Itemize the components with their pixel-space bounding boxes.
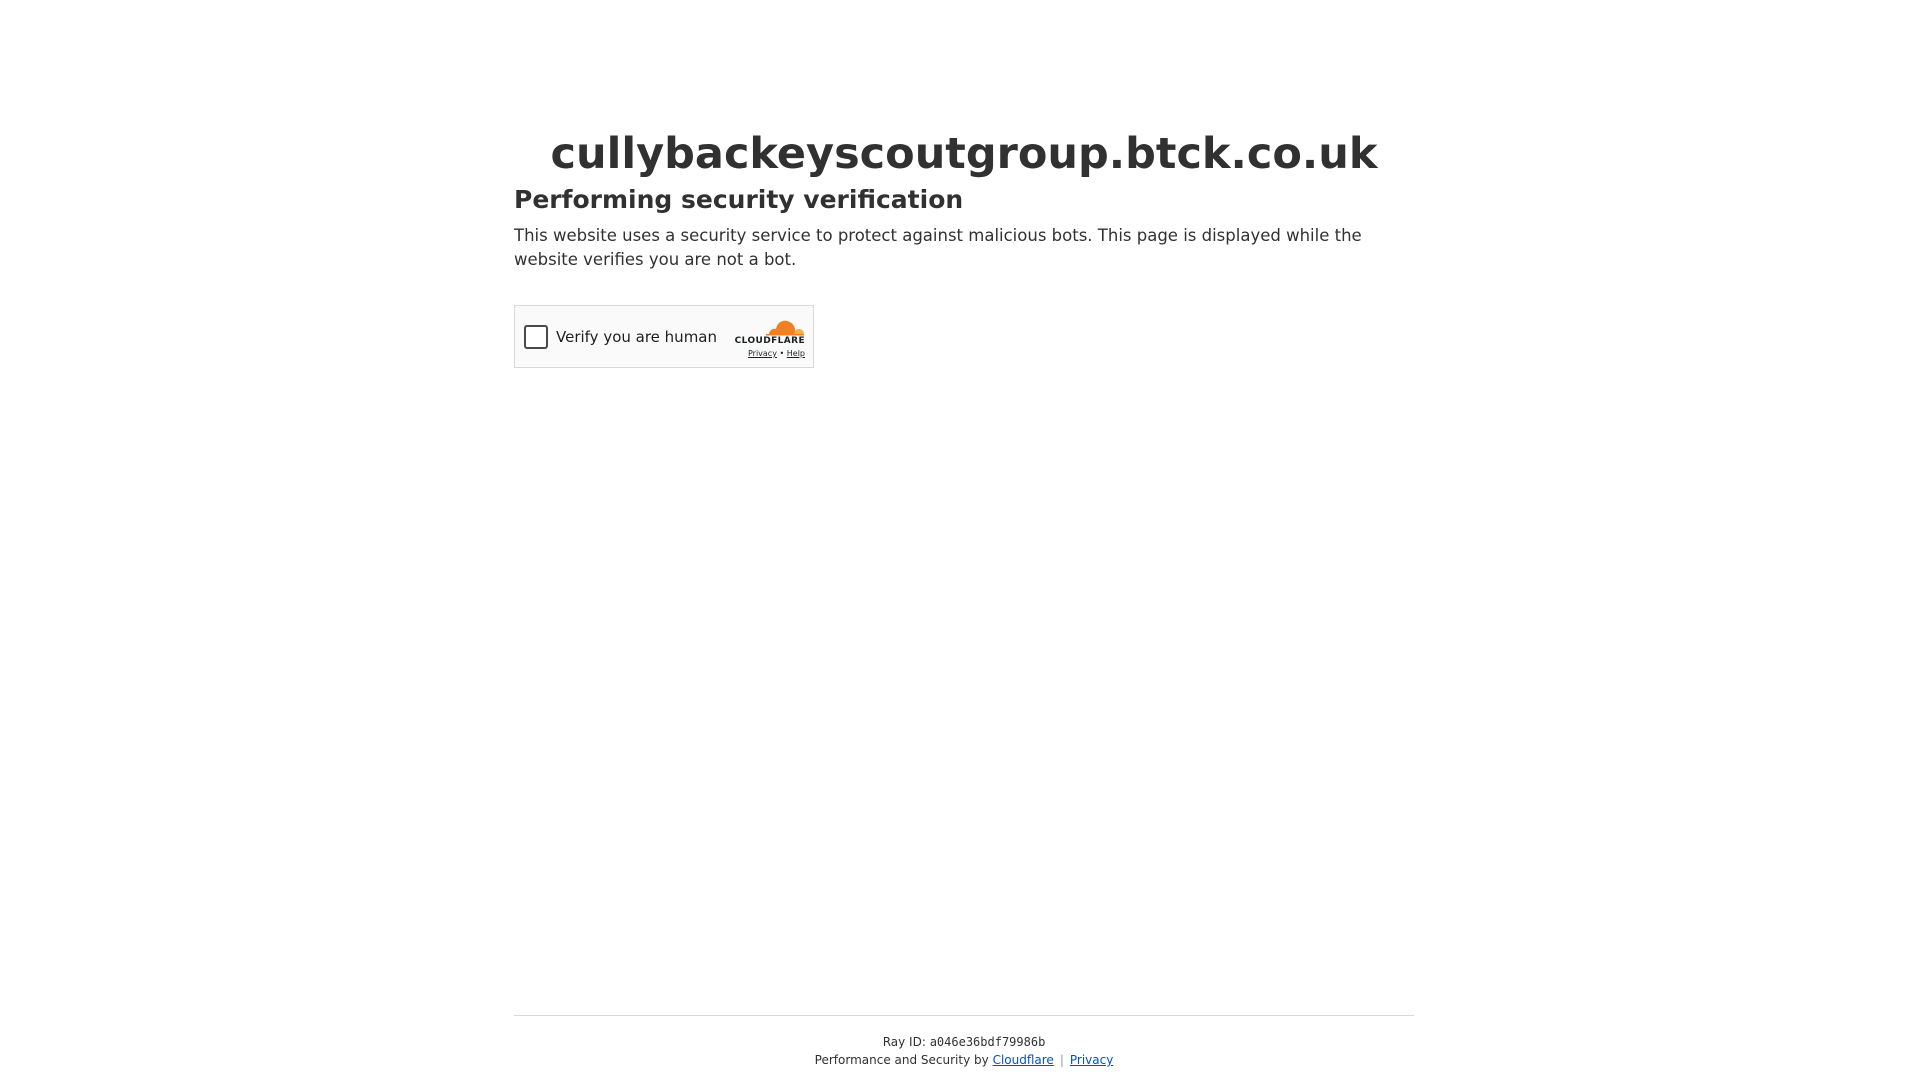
verify-label[interactable]: Verify you are human	[556, 328, 717, 346]
widget-help-link[interactable]: Help	[787, 349, 805, 358]
footer: Ray ID: a046e36bdf79986b Performance and…	[514, 1015, 1414, 1068]
verification-heading: Performing security verification	[514, 185, 964, 214]
site-domain-title: cullybackeyscoutgroup.btck.co.uk	[550, 129, 1378, 179]
challenge-page: cullybackeyscoutgroup.btck.co.uk Perform…	[0, 0, 1920, 1080]
turnstile-widget: Verify you are human CLOUDFLARE Privacy …	[514, 305, 814, 368]
ray-id-line: Ray ID: a046e36bdf79986b	[514, 1034, 1414, 1050]
footer-separator: |	[1059, 1053, 1064, 1067]
verification-description: This website uses a security service to …	[514, 226, 1362, 269]
widget-links: Privacy • Help	[729, 348, 805, 360]
performance-text: Performance and Security by	[814, 1053, 989, 1067]
widget-links-separator: •	[779, 349, 785, 358]
verify-checkbox[interactable]	[524, 324, 548, 349]
footer-privacy-link[interactable]: Privacy	[1070, 1053, 1113, 1067]
cloudflare-wordmark: CLOUDFLARE	[734, 336, 805, 346]
cloudflare-cloud-icon	[766, 320, 804, 336]
widget-privacy-link[interactable]: Privacy	[748, 349, 777, 358]
main-content: cullybackeyscoutgroup.btck.co.uk Perform…	[514, 128, 1414, 368]
cloudflare-branding: CLOUDFLARE Privacy • Help	[729, 317, 805, 360]
footer-cloudflare-link[interactable]: Cloudflare	[993, 1053, 1054, 1067]
ray-id-label: Ray ID:	[882, 1035, 926, 1049]
performance-line: Performance and Security by Cloudflare | P…	[514, 1052, 1414, 1068]
ray-id-value: a046e36bdf79986b	[929, 1035, 1046, 1049]
